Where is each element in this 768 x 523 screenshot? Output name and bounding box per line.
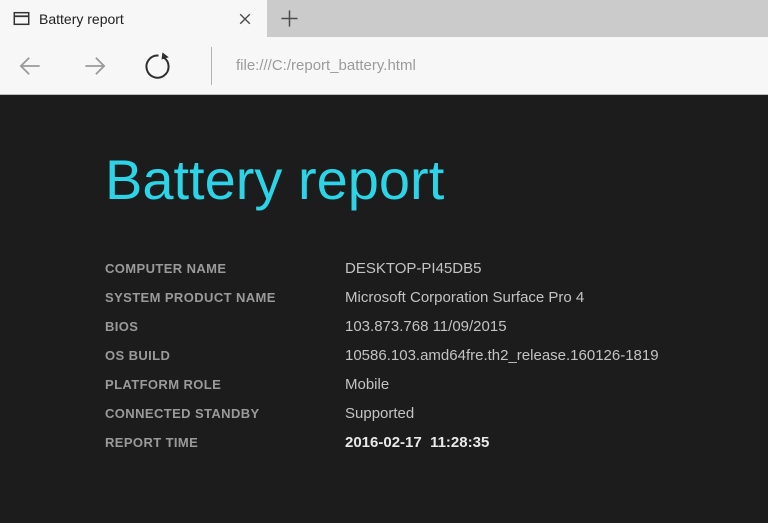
row-value: 10586.103.amd64fre.th2_release.160126-18… bbox=[345, 347, 659, 365]
back-button[interactable] bbox=[12, 48, 48, 84]
refresh-button[interactable] bbox=[139, 48, 175, 84]
row-label: COMPUTER NAME bbox=[105, 261, 227, 277]
tab-bar: Battery report bbox=[0, 0, 768, 37]
address-url-text: file:///C:/report_battery.html bbox=[236, 57, 416, 74]
row-label: CONNECTED STANDBY bbox=[105, 406, 260, 422]
row-label: OS BUILD bbox=[105, 348, 171, 364]
row-value: 103.873.768 11/09/2015 bbox=[345, 318, 507, 336]
browser-toolbar: file:///C:/report_battery.html bbox=[0, 37, 768, 95]
row-label: REPORT TIME bbox=[105, 435, 199, 451]
tab-battery-report[interactable]: Battery report bbox=[0, 0, 267, 37]
row-value: DESKTOP-PI45DB5 bbox=[345, 260, 482, 278]
table-row-connected-standby: CONNECTED STANDBY Supported bbox=[105, 405, 768, 434]
row-label: PLATFORM ROLE bbox=[105, 377, 222, 393]
row-value: Mobile bbox=[345, 376, 390, 394]
address-bar[interactable]: file:///C:/report_battery.html bbox=[236, 57, 768, 74]
refresh-icon bbox=[144, 52, 170, 79]
system-info-table: COMPUTER NAME DESKTOP-PI45DB5 SYSTEM PRO… bbox=[105, 260, 768, 463]
row-value: Microsoft Corporation Surface Pro 4 bbox=[345, 289, 585, 307]
new-tab-button[interactable] bbox=[271, 0, 307, 37]
right-arrow-icon bbox=[85, 56, 106, 75]
page-content: Battery report COMPUTER NAME DESKTOP-PI4… bbox=[0, 95, 768, 523]
plus-icon bbox=[280, 10, 298, 27]
table-row-system-product-name: SYSTEM PRODUCT NAME Microsoft Corporatio… bbox=[105, 289, 768, 318]
forward-button[interactable] bbox=[77, 48, 113, 84]
close-tab-icon[interactable] bbox=[231, 5, 259, 33]
table-row-os-build: OS BUILD 10586.103.amd64fre.th2_release.… bbox=[105, 347, 768, 376]
row-value: 2016-02-17 11:28:35 bbox=[345, 434, 490, 452]
left-arrow-icon bbox=[19, 56, 40, 75]
row-value: Supported bbox=[345, 405, 415, 423]
page-title: Battery report bbox=[105, 148, 445, 211]
row-label: SYSTEM PRODUCT NAME bbox=[105, 290, 276, 306]
table-row-computer-name: COMPUTER NAME DESKTOP-PI45DB5 bbox=[105, 260, 768, 289]
row-label: BIOS bbox=[105, 319, 139, 335]
table-row-bios: BIOS 103.873.768 11/09/2015 bbox=[105, 318, 768, 347]
tab-title: Battery report bbox=[39, 10, 124, 27]
table-row-report-time: REPORT TIME 2016-02-17 11:28:35 bbox=[105, 434, 768, 463]
browser-window: Battery report file:///C:/report_battery… bbox=[0, 0, 768, 523]
page-favicon-window-icon bbox=[13, 11, 30, 26]
table-row-platform-role: PLATFORM ROLE Mobile bbox=[105, 376, 768, 405]
toolbar-divider bbox=[211, 46, 212, 85]
